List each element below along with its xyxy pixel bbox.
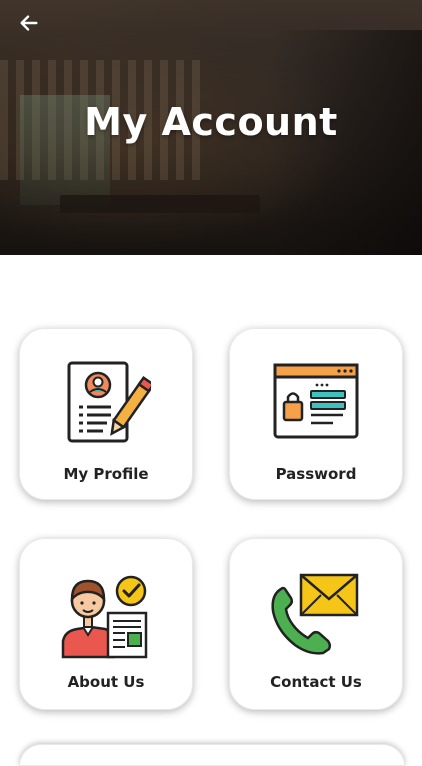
profile-document-icon [67,361,151,443]
arrow-left-icon [20,15,38,31]
password-lock-icon [273,363,359,439]
password-card[interactable]: Password [229,328,403,500]
page-title: My Account [84,100,338,144]
about-us-card[interactable]: About Us [19,538,193,710]
contact-us-card[interactable]: Contact Us [229,538,403,710]
my-profile-label: My Profile [63,465,149,483]
my-profile-card[interactable]: My Profile [19,328,193,500]
contact-us-label: Contact Us [270,673,362,691]
next-card-partial [19,744,405,766]
password-label: Password [275,465,357,483]
back-button[interactable] [14,8,44,38]
about-person-icon [61,575,148,659]
about-us-label: About Us [67,673,145,691]
header-hero-image: My Account [0,0,422,255]
phone-envelope-icon [271,573,359,655]
